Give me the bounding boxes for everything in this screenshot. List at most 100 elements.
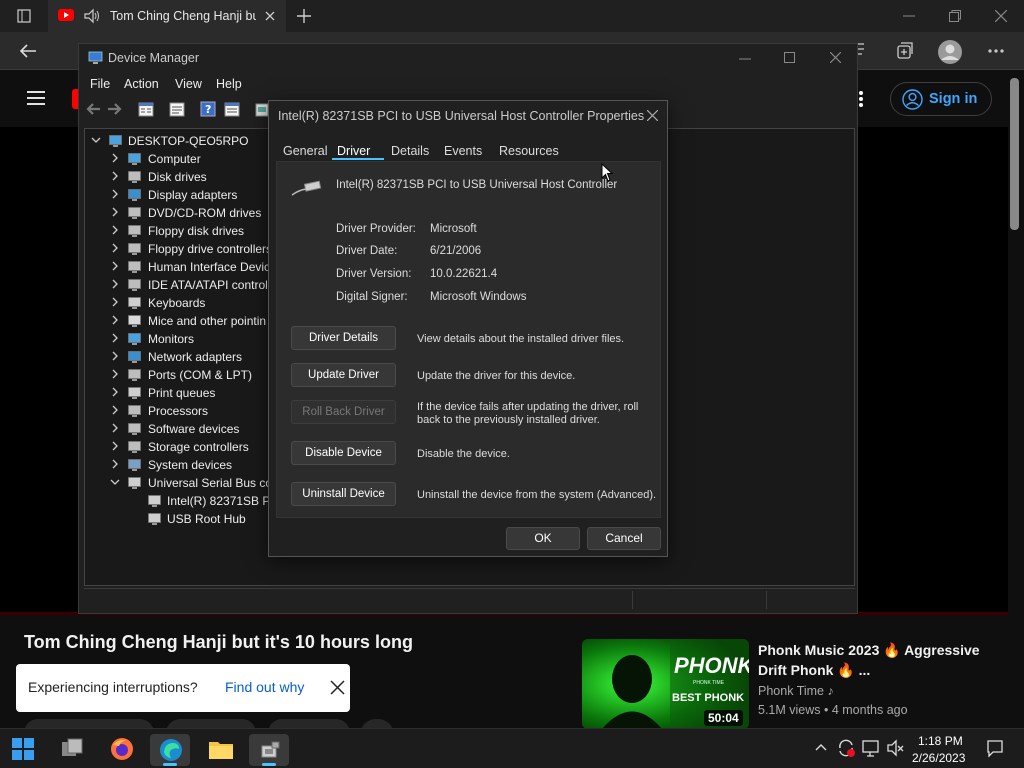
chevron-right-icon[interactable]	[110, 243, 120, 253]
tab-details[interactable]: Details	[391, 144, 429, 158]
chevron-right-icon[interactable]	[110, 351, 120, 361]
browser-close-icon[interactable]	[995, 10, 1007, 22]
collections-icon[interactable]	[895, 41, 915, 61]
chevron-right-icon[interactable]	[110, 225, 120, 235]
account-circle-icon	[902, 89, 923, 110]
update-driver-button[interactable]: Update Driver	[291, 363, 396, 387]
tab-events[interactable]: Events	[444, 144, 482, 158]
status-divider	[632, 591, 633, 609]
chevron-right-icon[interactable]	[110, 405, 120, 415]
tree-node-label: Floppy disk drives	[148, 224, 245, 238]
menu-file[interactable]: File	[90, 77, 110, 91]
toolbar-view-icon[interactable]	[224, 102, 240, 117]
new-tab-icon[interactable]	[296, 8, 312, 24]
device-name: Intel(R) 82371SB PCI to USB Universal Ho…	[336, 179, 618, 191]
network-adapter-icon	[127, 349, 142, 364]
chevron-right-icon[interactable]	[110, 171, 120, 181]
printer-icon	[127, 385, 142, 400]
ok-button[interactable]: OK	[506, 527, 580, 550]
driver-details-button[interactable]: Driver Details	[291, 326, 396, 350]
sign-in-button[interactable]: Sign in	[890, 82, 992, 116]
dm-close-icon[interactable]	[830, 52, 841, 63]
recommendation-thumbnail[interactable]: PHONK PHONK TIME BEST PHONK 50:04	[582, 639, 749, 729]
menu-view[interactable]: View	[175, 77, 202, 91]
hamburger-menu-icon[interactable]	[27, 90, 45, 106]
tray-overflow-chevron-icon[interactable]	[815, 743, 827, 751]
chevron-down-icon[interactable]	[110, 477, 120, 487]
windows-start-icon[interactable]	[12, 738, 34, 760]
chevron-right-icon[interactable]	[110, 387, 120, 397]
network-icon[interactable]	[862, 739, 880, 757]
chevron-right-icon[interactable]	[110, 441, 120, 451]
menu-action[interactable]: Action	[124, 77, 159, 91]
chevron-right-icon[interactable]	[110, 423, 120, 433]
toolbar-back-icon[interactable]	[85, 102, 101, 116]
chevron-right-icon[interactable]	[110, 333, 120, 343]
ide-controller-icon	[127, 277, 142, 292]
device-manager-app-icon	[88, 51, 103, 64]
back-icon[interactable]	[19, 43, 37, 59]
chevron-right-icon[interactable]	[110, 153, 120, 163]
chevron-right-icon[interactable]	[110, 189, 120, 199]
sync-status-icon[interactable]	[837, 739, 855, 757]
tab-general[interactable]: General	[283, 144, 327, 158]
monitor-icon	[127, 331, 142, 346]
toolbar-scan-icon[interactable]	[255, 102, 269, 117]
dm-maximize-icon[interactable]	[784, 52, 795, 63]
find-out-why-link[interactable]: Find out why	[225, 679, 304, 695]
recommendation-title[interactable]: Phonk Music 2023 🔥 Aggressive Drift Phon…	[758, 640, 1008, 680]
toolbar-forward-icon[interactable]	[107, 102, 123, 116]
firefox-icon[interactable]	[110, 737, 134, 761]
chevron-right-icon[interactable]	[110, 207, 120, 217]
page-scrollbar-thumb[interactable]	[1010, 78, 1019, 230]
task-view-icon[interactable]	[60, 738, 84, 760]
chevron-right-icon[interactable]	[110, 261, 120, 271]
chevron-right-icon[interactable]	[110, 459, 120, 469]
toolbar-help-icon[interactable]: ?	[200, 101, 216, 117]
tab-driver[interactable]: Driver	[337, 144, 370, 158]
software-device-icon	[127, 421, 142, 436]
browser-tab[interactable]: Tom Ching Cheng Hanji but it's 10 hours …	[48, 0, 286, 32]
clock-date[interactable]: 2/26/2023	[912, 751, 965, 765]
chevron-right-icon[interactable]	[110, 297, 120, 307]
browser-menu-icon[interactable]	[988, 49, 1004, 53]
display-adapter-icon	[127, 187, 142, 202]
notifications-icon[interactable]	[987, 740, 1003, 758]
taskbar-device-manager-button[interactable]	[249, 734, 289, 766]
toolbar-show-hide-tree-icon[interactable]	[138, 102, 154, 117]
recommendation-stats: 5.1M views • 4 months ago	[758, 703, 908, 717]
tab-close-icon[interactable]	[265, 11, 275, 21]
recommendation-channel[interactable]: Phonk Time ♪	[758, 684, 834, 698]
video-title: Tom Ching Cheng Hanji but it's 10 hours …	[24, 632, 413, 652]
action-description: Update the driver for this device.	[417, 370, 576, 382]
tree-node-label: Keyboards	[148, 296, 206, 310]
file-explorer-icon[interactable]	[208, 738, 234, 760]
speaker-icon[interactable]	[83, 8, 101, 24]
profile-avatar-icon[interactable]	[937, 39, 963, 65]
dialog-close-icon[interactable]	[647, 110, 658, 121]
toast-close-icon[interactable]	[330, 680, 345, 695]
tree-node-label: Display adapters	[148, 188, 238, 202]
menu-help[interactable]: Help	[216, 77, 242, 91]
tab-resources[interactable]: Resources	[499, 144, 559, 158]
tab-actions-icon[interactable]	[17, 9, 31, 23]
chevron-right-icon[interactable]	[110, 369, 120, 379]
youtube-settings-menu-icon[interactable]	[858, 90, 864, 108]
chevron-right-icon[interactable]	[110, 279, 120, 289]
cancel-button[interactable]: Cancel	[587, 527, 661, 550]
active-app-indicator	[163, 763, 177, 766]
browser-restore-icon[interactable]	[949, 10, 961, 22]
chevron-right-icon[interactable]	[110, 315, 120, 325]
uninstall-device-button[interactable]: Uninstall Device	[291, 482, 396, 506]
sign-in-label: Sign in	[929, 91, 978, 107]
dvd-drive-icon	[127, 205, 142, 220]
dm-minimize-icon[interactable]	[739, 58, 751, 60]
browser-minimize-icon[interactable]	[903, 15, 915, 17]
volume-muted-icon[interactable]	[886, 739, 904, 757]
roll-back-driver-button[interactable]: Roll Back Driver	[291, 400, 396, 424]
taskbar-edge-button[interactable]	[150, 734, 190, 766]
clock-time[interactable]: 1:18 PM	[918, 734, 963, 748]
chevron-down-icon[interactable]	[91, 135, 101, 145]
disable-device-button[interactable]: Disable Device	[291, 441, 396, 465]
toolbar-properties-icon[interactable]	[169, 102, 185, 117]
